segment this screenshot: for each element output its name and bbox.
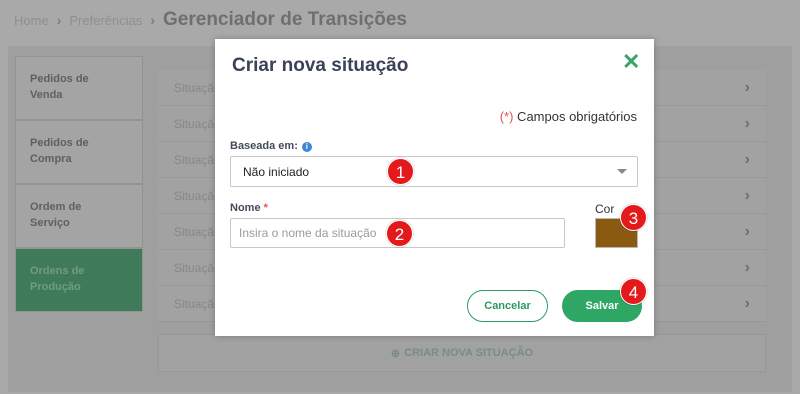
sidebar-item-label: Pedidos de [30, 137, 89, 149]
create-status-label: CRIAR NOVA SITUAÇÃO [404, 347, 534, 359]
chevron-right-icon: › [744, 114, 750, 132]
callout-marker-3: 3 [620, 204, 647, 231]
sidebar-item-service-order[interactable]: Ordem de Serviço [15, 184, 143, 248]
based-on-selected-value: Não iniciado [243, 164, 310, 179]
page-title: Gerenciador de Transições [163, 9, 407, 30]
based-on-label: Baseada em: i [230, 140, 312, 152]
chevron-right-icon: › [744, 294, 750, 312]
modal-title: Criar nova situação [232, 55, 409, 76]
list-item-label: Situação [174, 188, 221, 203]
info-icon[interactable]: i [301, 142, 312, 152]
sidebar-item-label: Compra [30, 153, 72, 165]
breadcrumb-preferences[interactable]: Preferências [69, 13, 142, 28]
sidebar-item-label: Produção [30, 281, 81, 293]
sidebar-item-label: Ordens de [30, 265, 85, 277]
chevron-right-icon: › [744, 186, 750, 204]
sidebar-item-label: Serviço [30, 217, 70, 229]
required-fields-text: Campos obrigatórios [513, 109, 637, 124]
cancel-button[interactable]: Cancelar [467, 290, 548, 322]
color-label: Cor [595, 202, 615, 216]
name-label: Nome * [230, 202, 268, 214]
sidebar-item-label: Venda [30, 89, 63, 101]
callout-marker-4: 4 [620, 278, 647, 305]
sidebar: Pedidos de Venda Pedidos de Compra Ordem… [15, 56, 143, 312]
sidebar-item-label: Ordem de [30, 201, 82, 213]
list-item-label: Situação [174, 224, 221, 239]
sidebar-item-label: Pedidos de [30, 73, 89, 85]
callout-marker-2: 2 [386, 220, 413, 247]
chevron-right-icon: › [56, 12, 62, 28]
create-status-button[interactable]: ⊕ CRIAR NOVA SITUAÇÃO [158, 334, 766, 372]
list-item-label: Situação [174, 152, 221, 167]
based-on-select[interactable]: Não iniciado [230, 156, 638, 187]
chevron-right-icon: › [744, 222, 750, 240]
required-fields-note: (*) Campos obrigatórios [500, 109, 637, 124]
list-item-label: Situação [174, 116, 221, 131]
chevron-right-icon: › [744, 258, 750, 276]
breadcrumb: Home › Preferências › Gerenciador de Tra… [14, 8, 407, 32]
required-asterisk: (*) [499, 109, 514, 124]
list-item-label: Situação [174, 296, 221, 311]
sidebar-item-sales-orders[interactable]: Pedidos de Venda [15, 56, 143, 120]
close-icon[interactable]: ✕ [622, 51, 640, 73]
chevron-right-icon: › [150, 12, 156, 28]
name-required-asterisk: * [263, 202, 268, 214]
chevron-right-icon: › [744, 78, 750, 96]
sidebar-item-purchase-orders[interactable]: Pedidos de Compra [15, 120, 143, 184]
create-status-modal: Criar nova situação ✕ (*) Campos obrigat… [215, 39, 654, 336]
breadcrumb-home[interactable]: Home [14, 13, 49, 28]
callout-marker-1: 1 [387, 158, 414, 185]
list-item-label: Situação [174, 260, 221, 275]
name-label-text: Nome [230, 202, 261, 214]
list-item-label: Situação [174, 80, 221, 95]
based-on-label-text: Baseada em: [230, 140, 298, 152]
chevron-right-icon: › [744, 150, 750, 168]
caret-down-icon [617, 169, 627, 174]
sidebar-item-production-orders[interactable]: Ordens de Produção [15, 248, 143, 312]
plus-circle-icon: ⊕ [390, 347, 401, 360]
